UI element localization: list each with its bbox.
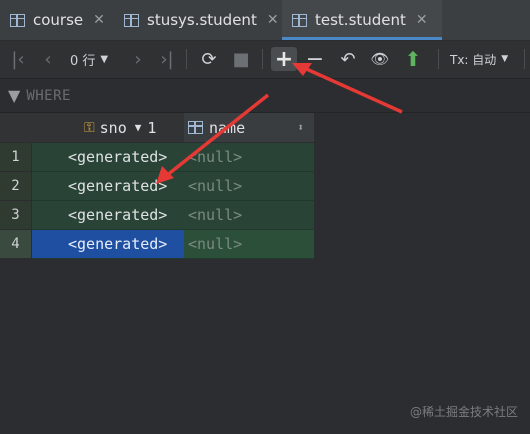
table-icon (10, 13, 25, 27)
row-number[interactable]: 1 (0, 143, 31, 172)
cell-sno[interactable]: <generated> (32, 172, 184, 201)
refresh-icon[interactable]: ⟳ (197, 47, 221, 71)
row-count-label: 0 行 (70, 53, 96, 69)
editor-tab-bar: course ✕ stusys.student ✕ test.student ✕ (0, 0, 530, 41)
tab-course[interactable]: course ✕ (10, 0, 105, 40)
transaction-mode-selector[interactable]: Tx: 自动 ▼ (450, 47, 508, 71)
column-header-name[interactable]: name ⬍ (184, 113, 314, 142)
column-name: name (209, 118, 246, 137)
toolbar-divider (262, 49, 263, 69)
sort-order-number: 1 (147, 118, 157, 137)
grid-header: ⚿ sno ▼ 1 name ⬍ (0, 113, 314, 142)
filter-bar: ▼ WHERE (0, 79, 530, 113)
close-icon[interactable]: ✕ (416, 12, 428, 28)
cell-name[interactable]: <null> (184, 201, 314, 230)
first-page-icon[interactable]: |‹ (8, 47, 28, 71)
previous-page-icon[interactable]: ‹ (38, 47, 58, 71)
transaction-mode-label: Tx: 自动 (450, 52, 497, 67)
tab-label: stusys.student (147, 11, 257, 29)
preview-changes-icon[interactable]: 👁 (367, 47, 393, 71)
toolbar-divider (524, 49, 525, 69)
cell-sno[interactable]: <generated> (32, 201, 184, 230)
column-icon (188, 121, 203, 134)
revert-icon[interactable]: ↶ (336, 47, 360, 71)
cell-name[interactable]: <null> (184, 172, 314, 201)
tab-label: course (33, 11, 84, 29)
table-icon (292, 13, 307, 27)
table-row[interactable]: 2 <generated> <null> (0, 172, 314, 201)
tab-label: test.student (315, 11, 406, 29)
table-row[interactable]: 1 <generated> <null> (0, 143, 314, 172)
stop-icon[interactable]: ■ (230, 47, 252, 71)
row-count-selector[interactable]: 0 行 ▼ (70, 47, 108, 71)
chevron-down-icon: ▼ (100, 53, 109, 65)
row-number[interactable]: 4 (0, 230, 31, 259)
row-number[interactable]: 3 (0, 201, 31, 230)
cell-name[interactable]: <null> (184, 143, 314, 172)
cell-sno[interactable]: <generated> (32, 230, 184, 259)
tab-stusys-student[interactable]: stusys.student ✕ (124, 0, 279, 40)
column-header-sno[interactable]: ⚿ sno ▼ 1 (84, 113, 156, 142)
add-row-button[interactable]: + (271, 47, 297, 72)
last-page-icon[interactable]: ›| (156, 47, 178, 71)
next-page-icon[interactable]: › (128, 47, 148, 71)
delete-row-button[interactable]: − (304, 47, 326, 72)
toolbar-divider (186, 49, 187, 69)
toolbar-divider (438, 49, 439, 69)
filter-icon[interactable]: ▼ (8, 86, 20, 105)
data-editor-toolbar: |‹ ‹ 0 行 ▼ › ›| ⟳ ■ + − ↶ 👁 ⬆ Tx: 自动 ▼ (0, 41, 530, 79)
cell-name[interactable]: <null> (184, 230, 314, 259)
column-name: sno (99, 118, 127, 137)
chevron-down-icon: ▼ (501, 54, 509, 64)
cell-sno[interactable]: <generated> (32, 143, 184, 172)
row-number[interactable]: 2 (0, 172, 31, 201)
table-icon (124, 13, 139, 27)
close-icon[interactable]: ✕ (267, 12, 279, 28)
key-icon: ⚿ (84, 119, 95, 136)
submit-icon[interactable]: ⬆ (402, 47, 424, 71)
table-row[interactable]: 3 <generated> <null> (0, 201, 314, 230)
close-icon[interactable]: ✕ (93, 12, 105, 28)
tab-test-student[interactable]: test.student ✕ (282, 0, 442, 40)
table-row-selected[interactable]: 4 <generated> <null> (0, 230, 314, 259)
where-input[interactable]: WHERE (26, 88, 71, 104)
sort-desc-icon[interactable]: ▼ (135, 121, 142, 134)
watermark: @稀土掘金技术社区 (409, 405, 518, 419)
sort-icon[interactable]: ⬍ (297, 121, 304, 134)
